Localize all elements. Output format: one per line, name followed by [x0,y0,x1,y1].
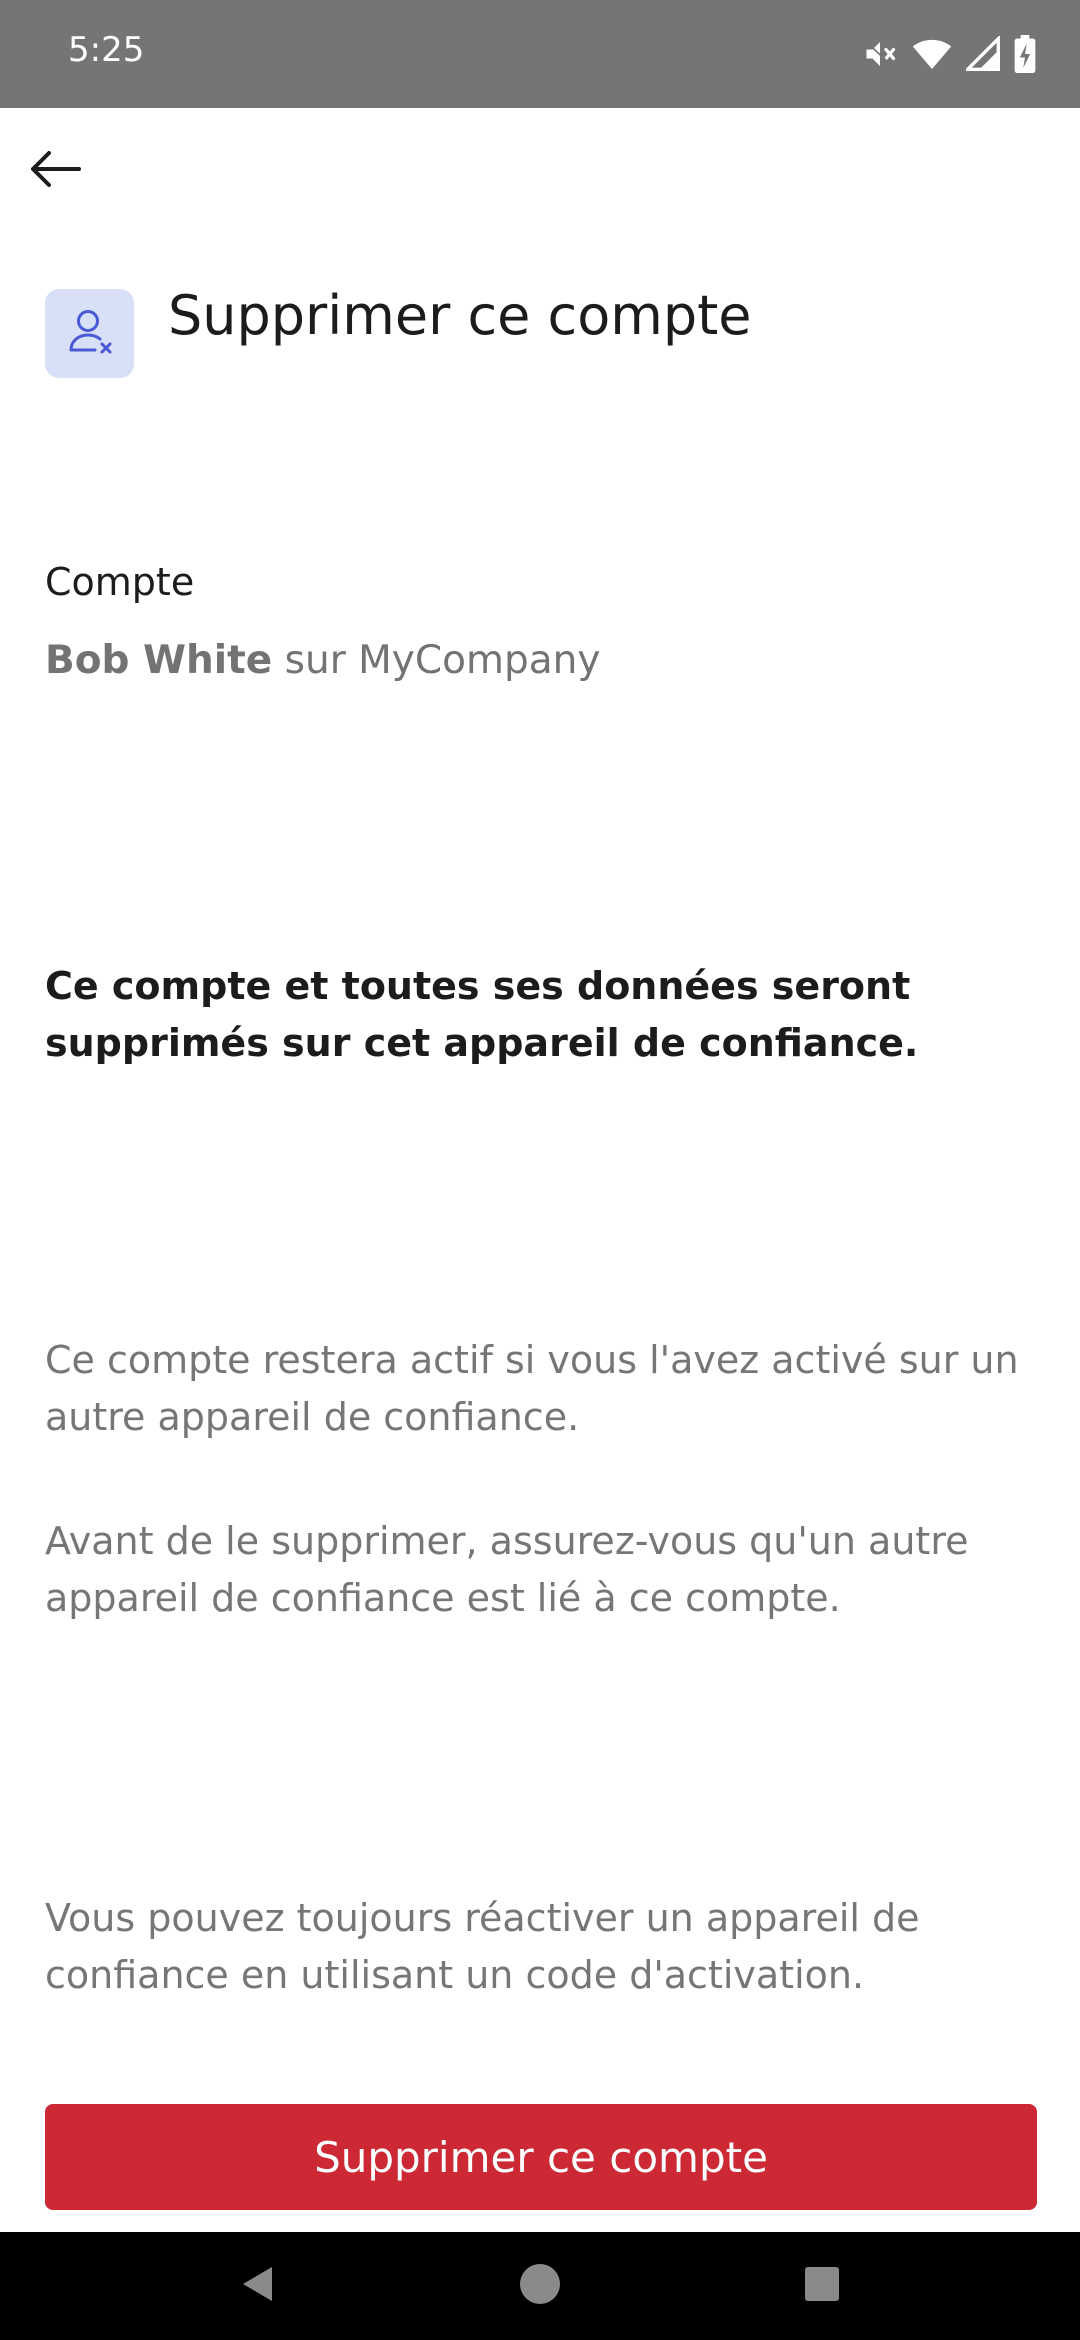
account-value: Bob White sur MyCompany [45,638,600,683]
account-user-name: Bob White [45,638,273,683]
status-icons [862,32,1036,76]
nav-home-button[interactable] [480,2232,600,2340]
nav-home-icon [519,2263,561,2309]
arrow-left-icon [29,149,81,193]
header-icon-badge [45,289,134,378]
vibrate-off-icon [862,36,898,72]
account-connector: sur [284,638,346,683]
wifi-icon [912,36,952,72]
account-company: MyCompany [358,638,601,683]
nav-back-icon [240,2265,274,2307]
status-time: 5:25 [68,30,145,70]
signal-icon [966,36,1000,72]
battery-charging-icon [1014,35,1036,73]
delete-account-button[interactable]: Supprimer ce compte [45,2104,1037,2210]
info-text-before-delete: Avant de le supprimer, assurez-vous qu'u… [45,1519,969,1620]
status-bar: 5:25 [0,0,1080,108]
page-title: Supprimer ce compte [168,284,752,347]
nav-recents-button[interactable] [762,2232,882,2340]
back-button[interactable] [20,136,90,206]
nav-recents-icon [804,2266,840,2306]
navigation-bar [0,2232,1080,2340]
info-text-reactivate: Vous pouvez toujours réactiver un appare… [45,1896,920,1997]
warning-text: Ce compte et toutes ses données seront s… [45,964,919,1065]
account-label: Compte [45,560,195,604]
nav-back-button[interactable] [197,2232,317,2340]
user-remove-icon [66,306,114,362]
info-text-active: Ce compte restera actif si vous l'avez a… [45,1338,1019,1439]
